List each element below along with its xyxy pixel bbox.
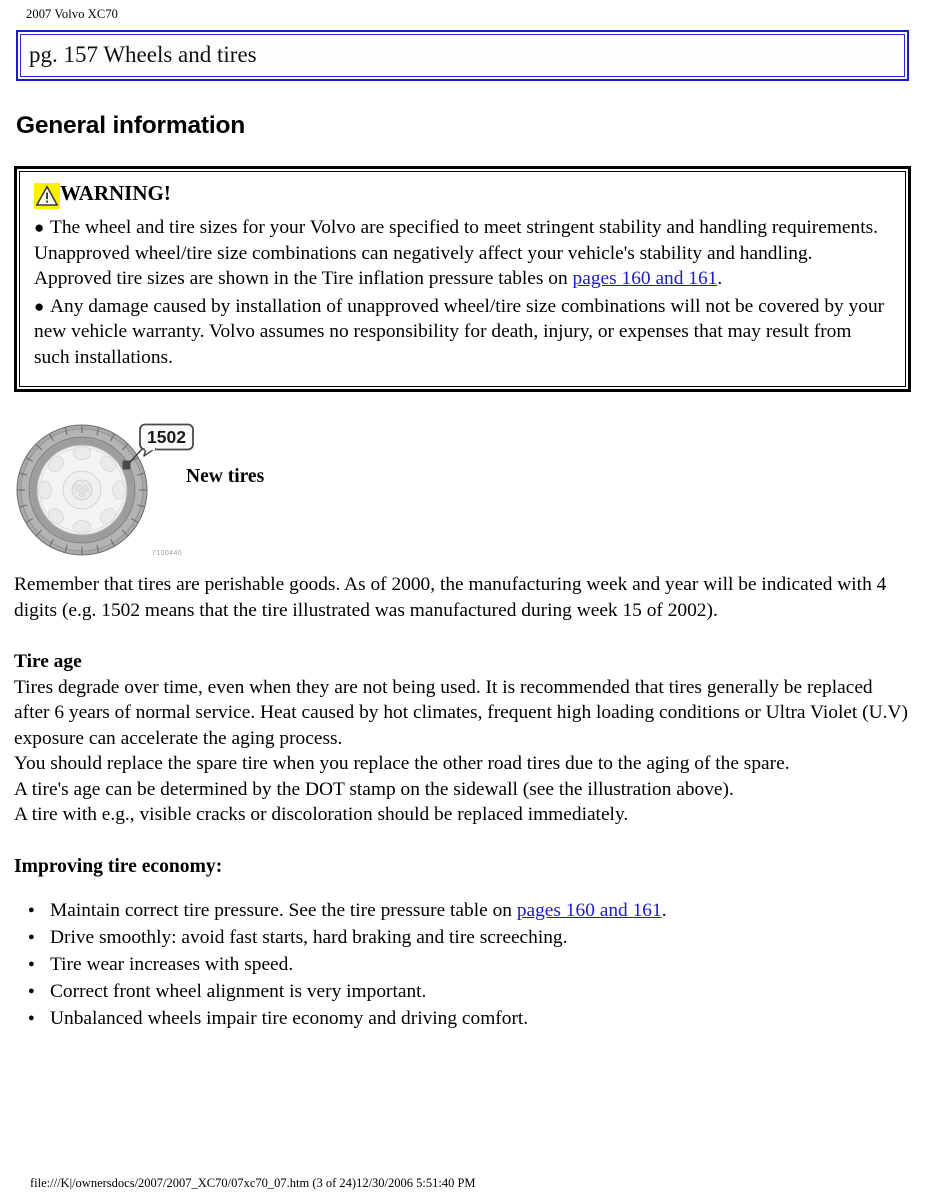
tire-sidewall-illustration: 1502 xyxy=(12,422,202,562)
list-item: Correct front wheel alignment is very im… xyxy=(14,978,911,1005)
warning-bullet-list: ● The wheel and tire sizes for your Volvo… xyxy=(34,215,891,370)
tire-age-lines: Tires degrade over time, even when they … xyxy=(14,675,911,828)
list-item: Unbalanced wheels impair tire economy an… xyxy=(14,1005,911,1032)
tire-age-line: A tire with e.g., visible cracks or disc… xyxy=(14,804,629,825)
running-head: 2007 Volvo XC70 xyxy=(26,7,119,21)
page-title-bar: pg. 157 Wheels and tires xyxy=(16,30,909,81)
intro-paragraph: Remember that tires are perishable goods… xyxy=(14,574,887,621)
subheading-tire-age: Tire age xyxy=(14,651,82,672)
list-item: Drive smoothly: avoid fast starts, hard … xyxy=(14,924,911,951)
link-pages-160-161[interactable]: pages 160 and 161 xyxy=(517,900,662,921)
tire-age-line: A tire's age can be determined by the DO… xyxy=(14,778,734,800)
section-heading: General information xyxy=(16,112,245,139)
list-item-text: Unbalanced wheels impair tire economy an… xyxy=(50,1008,529,1029)
list-item: Tire wear increases with speed. xyxy=(14,951,911,978)
warning-box-inner: WARNING! ● The wheel and tire sizes for y… xyxy=(19,171,906,387)
page-title-bar-inner: pg. 157 Wheels and tires xyxy=(20,34,905,77)
subheading-tire-economy: Improving tire economy: xyxy=(14,855,223,877)
warning-title-row: WARNING! xyxy=(34,181,891,213)
warning-item-text: The wheel and tire sizes for your Volvo … xyxy=(34,217,879,289)
list-item-text: Tire wear increases with speed. xyxy=(50,954,294,975)
tire-economy-list: Maintain correct tire pressure. See the … xyxy=(14,897,911,1032)
link-pages-160-161[interactable]: pages 160 and 161 xyxy=(573,268,718,289)
list-item-text: Drive smoothly: avoid fast starts, hard … xyxy=(50,927,568,948)
bullet-glyph: ● xyxy=(34,296,45,316)
tire-figure-block: 1502 New tires 7100440 xyxy=(0,422,927,572)
warning-item-text: Any damage caused by installation of una… xyxy=(34,295,885,368)
page-title: pg. 157 Wheels and tires xyxy=(29,42,257,67)
warning-triangle-icon xyxy=(34,183,60,209)
list-item-text: Correct front wheel alignment is very im… xyxy=(50,981,427,1002)
warning-item-text-after: . xyxy=(717,268,723,289)
tire-age-line: Tires degrade over time, even when they … xyxy=(14,676,908,749)
tire-age-line: You should replace the spare tire when y… xyxy=(14,753,790,774)
document-page: 2007 Volvo XC70 pg. 157 Wheels and tires… xyxy=(0,0,927,1190)
warning-title: WARNING! xyxy=(60,181,171,205)
callout-bubble: 1502 xyxy=(139,423,194,457)
warning-bullet-item: ● The wheel and tire sizes for your Volvo… xyxy=(34,215,891,292)
list-item-text-after: . xyxy=(661,900,667,921)
list-item: Maintain correct tire pressure. See the … xyxy=(14,897,911,924)
page-footer: file:///K|/ownersdocs/2007/2007_XC70/07x… xyxy=(30,1176,476,1190)
figure-label: New tires xyxy=(186,466,265,487)
warning-box: WARNING! ● The wheel and tire sizes for y… xyxy=(14,166,911,392)
body-content: Remember that tires are perishable goods… xyxy=(14,572,911,1032)
callout-value: 1502 xyxy=(147,427,186,447)
list-item-text: Maintain correct tire pressure. See the … xyxy=(50,900,517,921)
warning-bullet-item: ● Any damage caused by installation of un… xyxy=(34,294,891,371)
figure-image-ref: 7100440 xyxy=(152,550,183,557)
bullet-glyph: ● xyxy=(34,218,45,237)
